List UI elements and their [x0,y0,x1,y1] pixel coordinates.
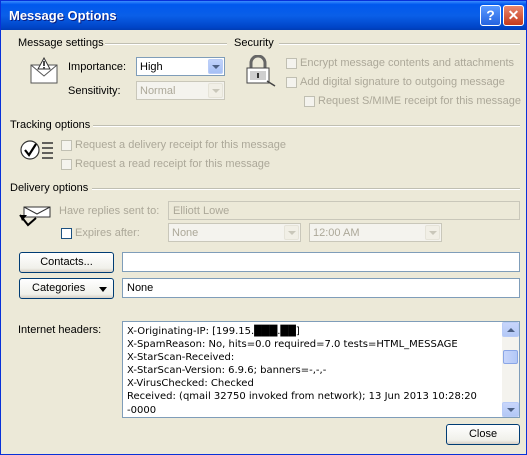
close-button-label: Close [468,428,498,440]
importance-value: High [140,61,163,73]
envelope-icon [30,57,58,84]
tracking-checkmark-icon [20,140,53,160]
chevron-down-icon[interactable] [208,83,223,98]
delivery-receipt-checkbox[interactable] [61,140,72,151]
categories-button[interactable]: Categories [19,278,114,299]
contacts-button-label: Contacts... [40,256,93,268]
sensitivity-label: Sensitivity: [68,85,121,97]
chevron-down-icon[interactable] [284,225,299,240]
internet-headers-text: X-Originating-IP: [199.15.███.██] X-Spam… [127,326,477,416]
contacts-field[interactable] [122,252,520,272]
sensitivity-select[interactable]: Normal [136,81,225,100]
importance-select[interactable]: High [136,57,225,76]
contacts-button[interactable]: Contacts... [19,252,114,273]
read-receipt-checkbox[interactable] [61,159,72,170]
digital-signature-label: Add digital signature to outgoing messag… [300,76,505,88]
close-icon: ✕ [507,7,520,23]
help-icon: ? [486,7,495,23]
close-button[interactable]: Close [446,424,520,445]
internet-headers-textarea[interactable]: X-Originating-IP: [199.15.███.██] X-Spam… [122,321,520,418]
expires-time-value: 12:00 AM [313,227,360,239]
encrypt-checkbox[interactable] [286,58,297,69]
chevron-down-icon [99,287,107,292]
divider [105,43,227,45]
expires-after-label: Expires after: [75,227,140,239]
smime-receipt-checkbox[interactable] [304,96,315,107]
padlock-icon [246,55,276,87]
replies-to-value: Elliott Lowe [173,205,230,217]
expires-date-select[interactable]: None [168,223,301,242]
chevron-down-icon[interactable] [208,59,223,74]
divider [92,188,520,190]
expires-time-select[interactable]: 12:00 AM [309,223,442,242]
security-header: Security [234,37,274,49]
sensitivity-value: Normal [140,85,176,97]
scroll-down-arrow-icon[interactable] [502,402,519,417]
read-receipt-label: Request a read receipt for this message [75,158,271,170]
expires-date-value: None [172,227,199,239]
chevron-down-icon[interactable] [425,225,440,240]
message-settings-header: Message settings [18,37,104,49]
window-title: Message Options [9,8,117,23]
divider [93,125,520,127]
categories-button-label: Categories [32,282,86,294]
delivery-envelope-icon [19,206,51,227]
categories-value: None [127,282,154,294]
scroll-up-arrow-icon[interactable] [502,322,519,337]
message-options-dialog: Message Options ? ✕ Message settings Imp… [0,0,527,455]
close-window-button[interactable]: ✕ [503,5,524,26]
tracking-options-header: Tracking options [10,119,91,131]
replies-to-field[interactable]: Elliott Lowe [168,201,520,220]
encrypt-label: Encrypt message contents and attachments [300,57,515,69]
delivery-receipt-label: Request a delivery receipt for this mess… [75,139,286,151]
headers-scrollbar[interactable] [502,322,519,417]
scroll-thumb[interactable] [503,350,518,364]
categories-field[interactable]: None [122,278,520,298]
importance-label: Importance: [68,61,127,73]
help-button[interactable]: ? [480,5,501,26]
divider [279,43,520,45]
title-bar[interactable]: Message Options ? ✕ [1,1,526,30]
internet-headers-label: Internet headers: [18,324,102,336]
smime-receipt-label: Request S/MIME receipt for this message [318,95,521,107]
delivery-options-header: Delivery options [10,182,89,194]
have-replies-label: Have replies sent to: [59,205,160,217]
digital-signature-checkbox[interactable] [286,77,297,88]
expires-after-checkbox[interactable] [61,228,72,239]
